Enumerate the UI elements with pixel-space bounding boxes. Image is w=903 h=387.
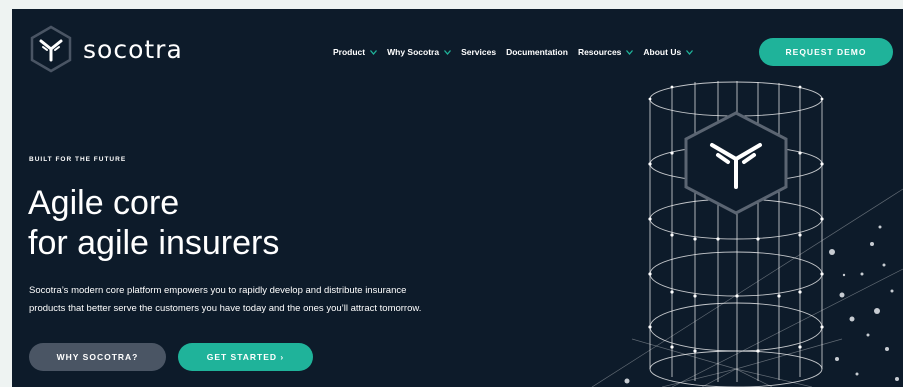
chevron-down-icon [686,49,694,55]
hero-section: socotra Product Why Socotra Services Doc… [12,9,903,387]
nav-item-why-socotra[interactable]: Why Socotra [387,47,452,57]
hero-subtitle: Socotra’s modern core platform empowers … [29,282,549,318]
socotra-logo-icon [30,25,72,73]
nav-item-label: Services [461,47,497,57]
nav-item-label: About Us [643,47,682,57]
hero-eyebrow: BUILT FOR THE FUTURE [29,156,127,163]
nav-item-documentation[interactable]: Documentation [506,47,568,57]
chevron-down-icon [370,49,378,55]
headline-line-2: for agile insurers [28,224,280,262]
nav-item-resources[interactable]: Resources [577,47,634,57]
headline-line-1: Agile core [28,184,180,222]
nav-item-label: Product [333,47,366,57]
subtitle-line-2: products that better serve the customers… [29,303,422,314]
chevron-down-icon [444,49,452,55]
cylinder-network-illustration [591,81,903,387]
why-socotra-button[interactable]: WHY SOCOTRA? [29,343,166,371]
nav-item-label: Why Socotra [387,47,440,57]
subtitle-line-1: Socotra’s modern core platform empowers … [29,285,407,296]
nav-item-about-us[interactable]: About Us [643,47,694,57]
hero-headline: Agile core for agile insurers [28,183,279,263]
main-nav: Product Why Socotra Services Documentati… [333,47,694,57]
nav-item-label: Resources [577,47,622,57]
brand-logo[interactable]: socotra [29,25,183,73]
nav-item-services[interactable]: Services [461,47,496,57]
chevron-down-icon [626,49,634,55]
nav-item-product[interactable]: Product [333,47,378,57]
get-started-button[interactable]: GET STARTED › [178,343,313,371]
brand-name: socotra [83,34,183,64]
nav-item-label: Documentation [506,47,568,57]
request-demo-button[interactable]: REQUEST DEMO [759,38,893,66]
